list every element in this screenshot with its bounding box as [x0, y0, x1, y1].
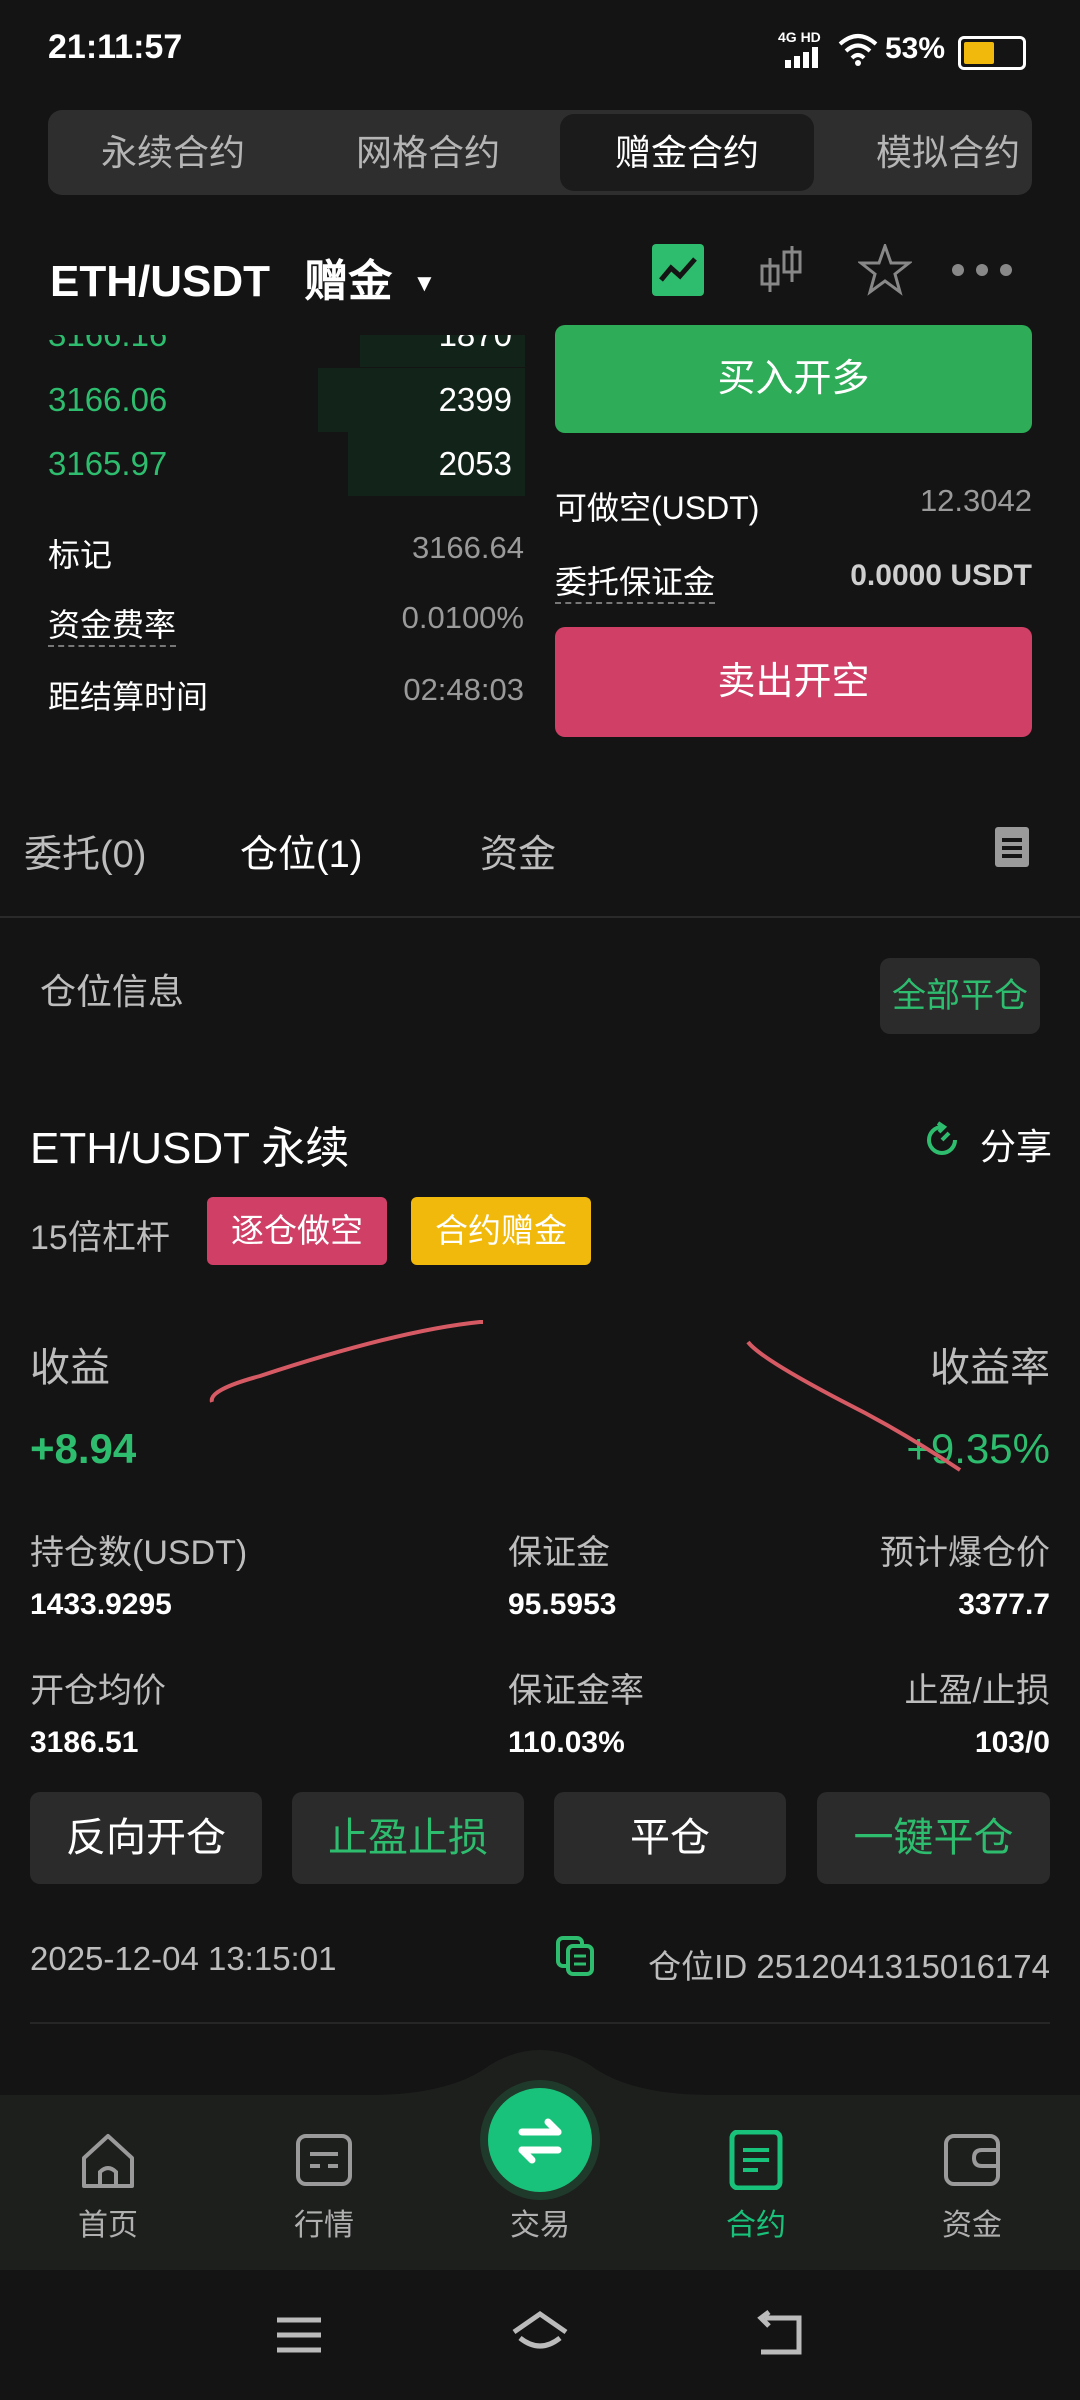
pair-name: ETH/USDT: [50, 257, 270, 306]
nav-trade[interactable]: 交易: [480, 2130, 600, 2244]
divider: [0, 916, 1080, 918]
nav-funds-label: 资金: [942, 2209, 1002, 2242]
leverage-label: 15倍杠杆: [30, 1219, 170, 1257]
pair-tag: 赠金: [304, 257, 393, 306]
hand-drawn-marks: [209, 1320, 962, 1472]
stat-tpsl-label: 止盈/止损: [904, 1672, 1050, 1710]
nav-market[interactable]: 行情: [264, 2130, 384, 2244]
nav-funds[interactable]: 资金: [912, 2130, 1032, 2244]
settlement-countdown-label: 距结算时间: [48, 679, 209, 715]
stat-margin-ratio-value: 110.03%: [508, 1726, 625, 1759]
tab-perpetual[interactable]: 永续合约: [58, 110, 288, 195]
market-icon: [296, 2134, 352, 2186]
system-nav-bar: [0, 2270, 1080, 2400]
stat-liq-value: 3377.7: [958, 1588, 1050, 1621]
ask-price[interactable]: 3166.16: [48, 335, 167, 367]
wallet-icon: [944, 2134, 1000, 2186]
share-button[interactable]: 分享: [980, 1118, 1052, 1170]
tab-bonus[interactable]: 赠金合约: [560, 114, 814, 191]
menu-icon[interactable]: [275, 2315, 323, 2355]
nav-contract[interactable]: 合约: [696, 2130, 816, 2244]
stat-margin-label: 保证金: [508, 1534, 610, 1572]
tab-positions[interactable]: 仓位(1): [240, 823, 362, 878]
position-open-time: 2025-12-04 13:15:01: [30, 1940, 337, 1977]
tab-orders[interactable]: 委托(0): [24, 823, 146, 878]
mark-price-label: 标记: [48, 537, 113, 573]
chart-icon[interactable]: [652, 244, 704, 296]
close-position-button[interactable]: 平仓: [554, 1792, 786, 1884]
nav-contract-label: 合约: [726, 2209, 786, 2242]
orderbook-panel: 3166.16 1870 3166.06 2399 3165.97 2053 标…: [0, 325, 1080, 755]
home-nav-icon[interactable]: [510, 2310, 570, 2358]
share-icon[interactable]: [922, 1120, 962, 1160]
sell-short-button[interactable]: 卖出开空: [555, 627, 1032, 737]
bonus-badge: 合约赠金: [411, 1197, 591, 1265]
stat-size-label: 持仓数(USDT): [30, 1534, 248, 1572]
pnl-value: +8.94: [30, 1425, 137, 1472]
stat-liq-label: 预计爆仓价: [880, 1534, 1050, 1572]
reverse-open-button[interactable]: 反向开仓: [30, 1792, 262, 1884]
tab-funds[interactable]: 资金: [480, 823, 556, 878]
battery-percent: 53%: [885, 32, 946, 65]
ask-qty: 1870: [438, 316, 512, 353]
more-icon[interactable]: [950, 258, 1014, 282]
order-margin-label[interactable]: 委托保证金: [555, 557, 716, 604]
stat-entry-value: 3186.51: [30, 1726, 139, 1759]
stat-margin-value: 95.5953: [508, 1588, 617, 1621]
orderbook-qty: 2399: [438, 381, 512, 418]
nav-home[interactable]: 首页: [48, 2130, 168, 2244]
wifi-icon: [838, 34, 878, 66]
short-available-label: 可做空(USDT): [555, 490, 760, 526]
network-indicator: 4G HD: [778, 29, 821, 45]
order-margin-value: 0.0000 USDT: [850, 559, 1032, 592]
status-time: 21:11:57: [48, 28, 183, 66]
stat-margin-ratio-label: 保证金率: [508, 1672, 644, 1710]
pair-selector[interactable]: ETH/USDT 赠金 ▼: [50, 245, 436, 309]
position-section-title: 仓位信息: [40, 971, 185, 1012]
position-title: ETH/USDT 永续: [30, 1124, 350, 1173]
pnl-label: 收益: [30, 1346, 110, 1390]
home-icon: [82, 2134, 134, 2188]
settlement-countdown-value: 02:48:03: [403, 672, 524, 707]
orderbook-price[interactable]: 3165.97: [48, 432, 167, 496]
stat-tpsl-value: 103/0: [974, 1726, 1050, 1759]
position-id[interactable]: 仓位ID 2512041315016174: [648, 1940, 1050, 1988]
nav-trade-label: 交易: [510, 2209, 570, 2242]
caret-down-icon: ▼: [412, 270, 437, 298]
side-badge: 逐仓做空: [207, 1197, 387, 1265]
orderbook-price[interactable]: 3166.06: [48, 368, 167, 432]
battery-icon: [958, 36, 1026, 70]
candlestick-icon[interactable]: [758, 244, 806, 296]
nav-home-label: 首页: [78, 2209, 138, 2242]
orderbook-qty: 2053: [438, 445, 512, 482]
contract-mode-tabs: 永续合约 网格合约 赠金合约 模拟合约: [48, 110, 1032, 195]
nav-market-label: 行情: [294, 2209, 354, 2242]
copy-icon[interactable]: [556, 1936, 594, 1976]
quick-close-button[interactable]: 一键平仓: [817, 1792, 1050, 1884]
funding-rate-value: 0.0100%: [401, 600, 524, 635]
signal-icon: [785, 47, 818, 68]
contract-icon: [729, 2130, 783, 2190]
favorite-star-icon[interactable]: [858, 244, 912, 296]
status-bar: 21:11:57 4G HD 53%: [0, 0, 1080, 100]
buy-long-button[interactable]: 买入开多: [555, 325, 1032, 433]
tab-grid[interactable]: 网格合约: [313, 110, 543, 195]
document-icon[interactable]: [995, 827, 1029, 867]
tp-sl-button[interactable]: 止盈止损: [292, 1792, 524, 1884]
tab-simulation[interactable]: 模拟合约: [833, 110, 1032, 195]
stat-entry-label: 开仓均价: [30, 1672, 166, 1710]
stat-size-value: 1433.9295: [30, 1588, 172, 1621]
close-all-button[interactable]: 全部平仓: [880, 958, 1040, 1034]
short-available-value: 12.3042: [919, 483, 1032, 518]
mark-price-value: 3166.64: [411, 530, 524, 565]
back-icon[interactable]: [755, 2310, 805, 2358]
funding-rate-label[interactable]: 资金费率: [48, 600, 177, 647]
